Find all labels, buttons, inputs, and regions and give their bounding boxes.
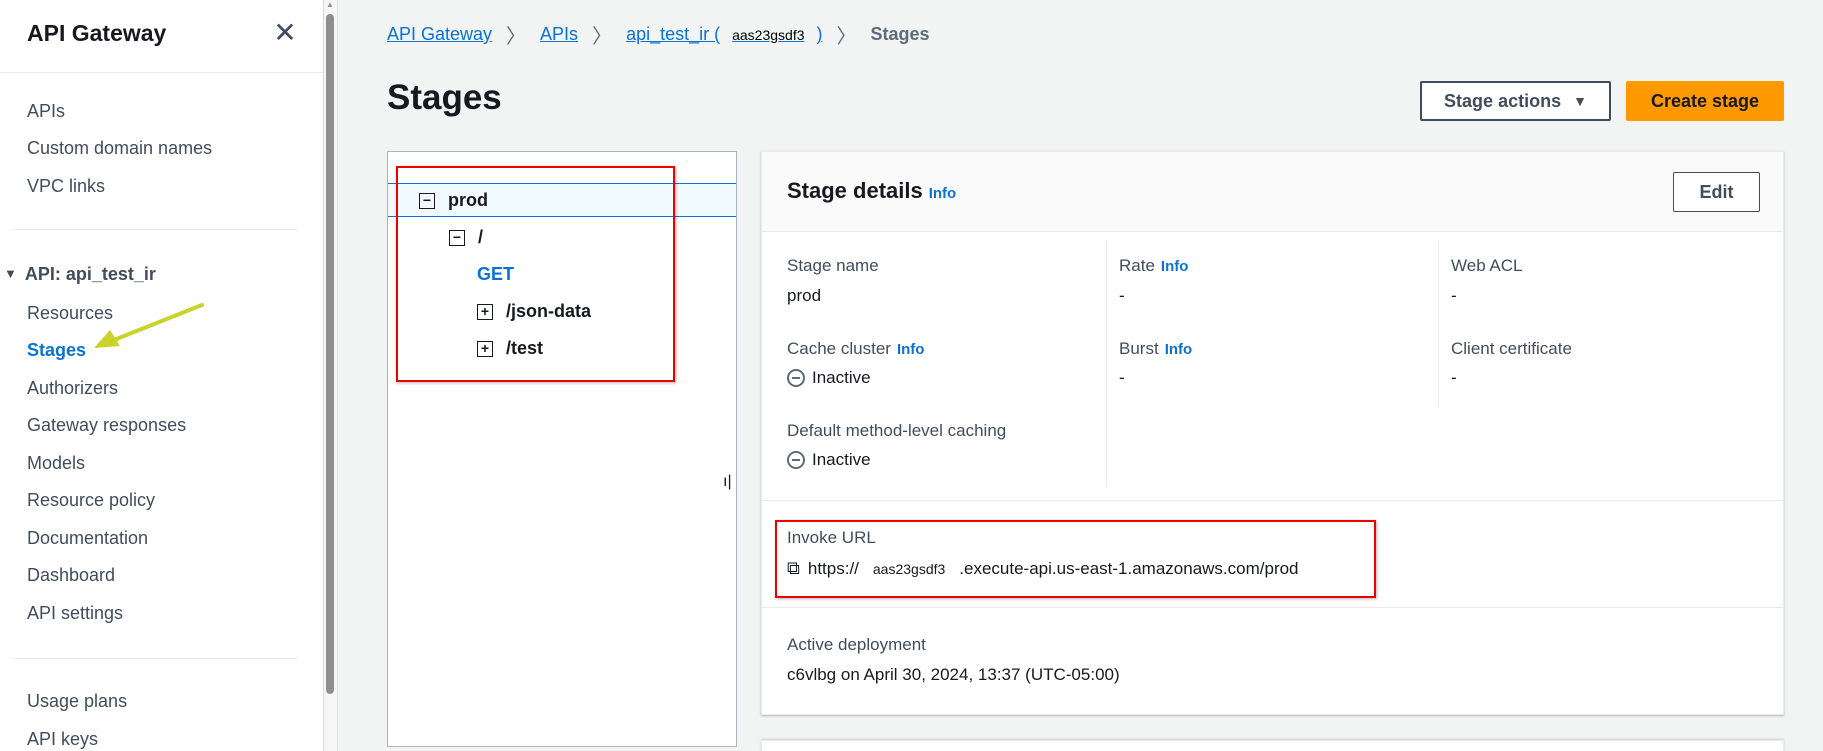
stage-name-label: Stage name	[787, 256, 879, 275]
info-link[interactable]: Info	[897, 341, 925, 358]
stage-name-value: prod	[787, 286, 822, 305]
cache-cluster-value: Inactive	[787, 368, 871, 388]
cache-cluster-status: Inactive	[812, 368, 871, 387]
sidebar-item-api-keys[interactable]: API keys	[27, 729, 98, 750]
sidebar-title: API Gateway	[27, 20, 167, 46]
breadcrumb-current: Stages	[870, 24, 930, 44]
resize-handle-icon[interactable]: ı|	[723, 473, 732, 491]
scroll-up-icon[interactable]: ▲	[326, 1, 336, 9]
sidebar-item-api-settings[interactable]: API settings	[27, 603, 123, 624]
sidebar-item-models[interactable]: Models	[27, 453, 85, 474]
burst-label: Burst Info	[1119, 339, 1192, 359]
chevron-right-icon: 〉	[836, 26, 857, 48]
burst-value: -	[1119, 368, 1125, 387]
sidebar-item-gateway-responses[interactable]: Gateway responses	[27, 415, 186, 436]
close-icon[interactable]: ✕	[272, 19, 298, 47]
rate-label: Rate Info	[1119, 256, 1188, 276]
method-caching-label: Default method-level caching	[787, 421, 1007, 440]
info-link[interactable]: Info	[1165, 341, 1193, 358]
web-acl-value: -	[1451, 286, 1457, 305]
create-stage-button[interactable]: Create stage	[1626, 81, 1784, 121]
cache-cluster-label: Cache cluster Info	[787, 339, 924, 359]
section-divider	[762, 607, 1783, 608]
web-acl-label: Web ACL	[1451, 256, 1523, 275]
status-inactive-icon	[787, 369, 805, 387]
breadcrumb-api-name[interactable]: api_test_ir ( aas23gsdf3)	[626, 24, 822, 45]
sidebar-item-custom-domain-names[interactable]: Custom domain names	[27, 138, 212, 159]
info-link[interactable]: Info	[929, 185, 957, 202]
stage-details-panel: Stage details Info Edit Stage name prod R…	[761, 151, 1784, 715]
edit-button[interactable]: Edit	[1673, 172, 1760, 212]
scrollbar-thumb[interactable]	[326, 14, 334, 694]
sidebar-divider	[0, 72, 323, 73]
sidebar-section-api[interactable]: ▼ API: api_test_ir	[4, 264, 156, 285]
sidebar-item-usage-plans[interactable]: Usage plans	[27, 691, 127, 712]
section-divider	[762, 500, 1783, 501]
page-title: Stages	[387, 78, 502, 117]
breadcrumb-api-gateway[interactable]: API Gateway	[387, 24, 492, 45]
highlight-box-invoke-url	[775, 520, 1376, 598]
sidebar-item-vpc-links[interactable]: VPC links	[27, 176, 105, 197]
burst-label-text: Burst	[1119, 339, 1159, 358]
sidebar-divider	[12, 658, 298, 659]
caret-down-icon: ▼	[4, 266, 17, 281]
breadcrumb: API Gateway 〉 APIs 〉 api_test_ir ( aas23g…	[387, 20, 930, 49]
column-divider	[1106, 240, 1107, 486]
stage-actions-button[interactable]: Stage actions ▼	[1420, 81, 1611, 121]
method-caching-value: Inactive	[787, 450, 871, 470]
client-certificate-label: Client certificate	[1451, 339, 1572, 358]
highlight-box-tree	[396, 166, 675, 382]
rate-label-text: Rate	[1119, 256, 1155, 275]
breadcrumb-api-name-prefix: api_test_ir (	[626, 24, 721, 44]
column-divider	[1438, 240, 1439, 406]
stage-actions-label: Stage actions	[1444, 90, 1562, 111]
chevron-right-icon: 〉	[592, 26, 613, 48]
cache-cluster-label-text: Cache cluster	[787, 339, 891, 358]
stage-details-title: Stage details Info	[787, 178, 956, 204]
sidebar-section-label: API: api_test_ir	[24, 264, 156, 284]
sidebar-item-resource-policy[interactable]: Resource policy	[27, 490, 155, 511]
client-certificate-value: -	[1451, 368, 1457, 387]
sidebar-item-dashboard[interactable]: Dashboard	[27, 565, 115, 586]
stage-details-header: Stage details Info Edit	[762, 152, 1783, 232]
sidebar-item-stages[interactable]: Stages	[27, 340, 86, 361]
breadcrumb-apis[interactable]: APIs	[540, 24, 578, 45]
sidebar-item-apis[interactable]: APIs	[27, 101, 65, 122]
annotation-arrow-icon	[94, 303, 204, 348]
status-inactive-icon	[787, 451, 805, 469]
active-deployment-label: Active deployment	[787, 635, 926, 654]
breadcrumb-api-id: aas23gsdf3	[732, 27, 805, 43]
caret-down-icon: ▼	[1573, 93, 1587, 109]
active-deployment-value: c6vlbg on April 30, 2024, 13:37 (UTC-05:…	[787, 665, 1120, 684]
rate-value: -	[1119, 286, 1125, 305]
sidebar: API Gateway ✕ APIs Custom domain names V…	[0, 0, 324, 751]
breadcrumb-api-name-suffix: )	[816, 24, 823, 44]
sidebar-divider	[12, 229, 298, 230]
sidebar-item-authorizers[interactable]: Authorizers	[27, 378, 118, 399]
chevron-right-icon: 〉	[506, 26, 527, 48]
next-panel	[761, 740, 1784, 751]
sidebar-item-documentation[interactable]: Documentation	[27, 528, 148, 549]
stage-details-title-text: Stage details	[787, 178, 923, 203]
info-link[interactable]: Info	[1161, 258, 1189, 275]
method-caching-status: Inactive	[812, 450, 871, 469]
